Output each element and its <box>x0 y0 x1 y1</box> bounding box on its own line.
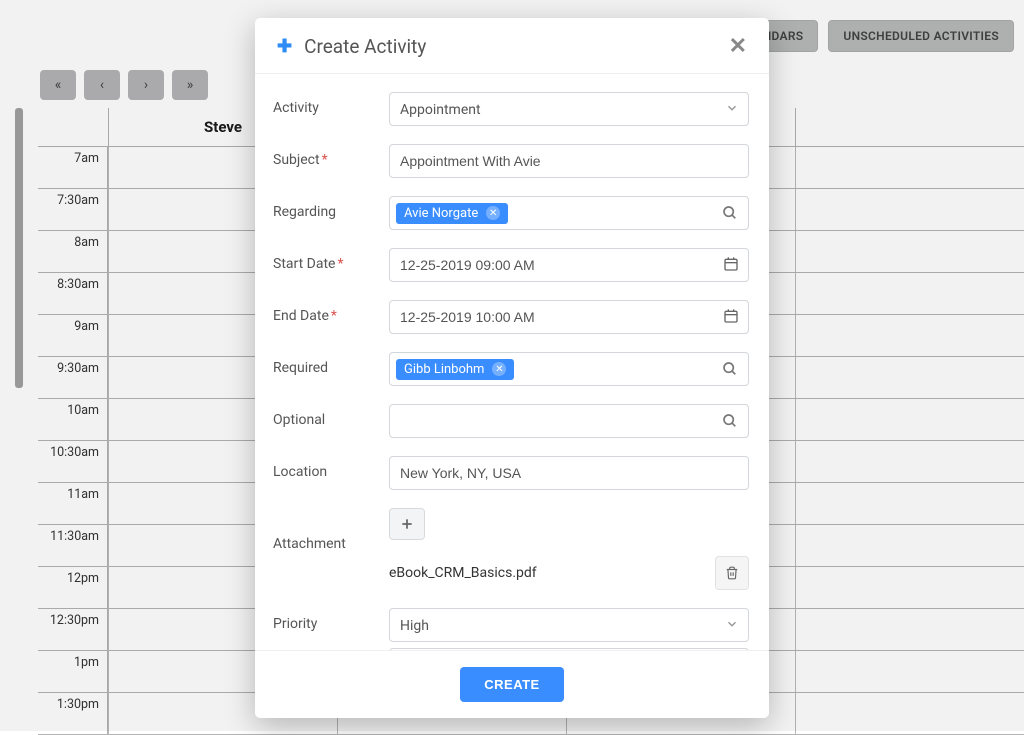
start-date-label: Start Date* <box>273 248 389 272</box>
required-label: Required <box>273 352 389 376</box>
partial-input <box>389 648 749 650</box>
activity-label: Activity <box>273 92 389 116</box>
optional-label: Optional <box>273 404 389 428</box>
start-date-input[interactable] <box>389 248 749 282</box>
modal-title: Create Activity <box>304 35 728 58</box>
regarding-label: Regarding <box>273 196 389 220</box>
search-icon[interactable] <box>722 361 738 377</box>
attachment-label: Attachment <box>273 508 389 552</box>
remove-token-icon[interactable]: ✕ <box>486 206 500 220</box>
search-icon[interactable] <box>722 205 738 221</box>
regarding-input[interactable]: Avie Norgate ✕ <box>389 196 749 230</box>
add-attachment-button[interactable] <box>389 508 425 540</box>
priority-select[interactable]: High <box>389 608 749 642</box>
optional-input[interactable] <box>389 404 749 438</box>
end-date-label: End Date* <box>273 300 389 324</box>
modal-overlay: ✚ Create Activity ✕ Activity Appointment… <box>0 0 1024 731</box>
priority-label: Priority <box>273 608 389 632</box>
subject-input[interactable] <box>389 144 749 178</box>
remove-token-icon[interactable]: ✕ <box>492 362 506 376</box>
plus-icon: ✚ <box>277 36 292 57</box>
location-input[interactable] <box>389 456 749 490</box>
activity-select[interactable]: Appointment <box>389 92 749 126</box>
create-activity-modal: ✚ Create Activity ✕ Activity Appointment… <box>255 18 769 718</box>
create-button[interactable]: CREATE <box>460 667 563 702</box>
required-token: Gibb Linbohm ✕ <box>396 359 514 380</box>
attachment-filename: eBook_CRM_Basics.pdf <box>389 565 537 581</box>
required-input[interactable]: Gibb Linbohm ✕ <box>389 352 749 386</box>
subject-label: Subject* <box>273 144 389 168</box>
search-icon[interactable] <box>722 413 738 429</box>
regarding-token: Avie Norgate ✕ <box>396 203 508 224</box>
delete-attachment-button[interactable] <box>715 556 749 590</box>
end-date-input[interactable] <box>389 300 749 334</box>
close-icon[interactable]: ✕ <box>729 34 747 59</box>
location-label: Location <box>273 456 389 480</box>
